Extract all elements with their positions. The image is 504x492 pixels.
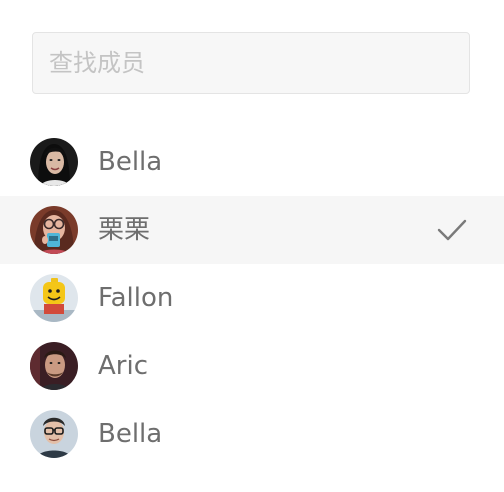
member-list: Bella 栗栗 Fallon Aric Bella	[0, 128, 504, 468]
avatar	[30, 138, 78, 186]
avatar	[30, 274, 78, 322]
member-name: Bella	[98, 419, 163, 449]
checkmark-icon	[437, 219, 467, 241]
avatar-image	[30, 342, 78, 390]
member-item[interactable]: Bella	[0, 128, 504, 196]
member-item[interactable]: Bella	[0, 400, 504, 468]
member-picker-panel: Bella 栗栗	[0, 0, 504, 492]
member-item-selected[interactable]: 栗栗	[0, 196, 504, 264]
avatar	[30, 206, 78, 254]
member-name: Fallon	[98, 283, 174, 313]
member-item[interactable]: Aric	[0, 332, 504, 400]
member-name: 栗栗	[98, 215, 151, 245]
member-name: Aric	[98, 351, 148, 381]
search-input[interactable]	[49, 33, 469, 93]
member-item[interactable]: Fallon	[0, 264, 504, 332]
avatar-image	[30, 410, 78, 458]
member-name: Bella	[98, 147, 163, 177]
avatar-image	[30, 274, 78, 322]
avatar	[30, 342, 78, 390]
avatar-image	[30, 138, 78, 186]
avatar-image	[30, 206, 78, 254]
search-box[interactable]	[32, 32, 470, 94]
avatar	[30, 410, 78, 458]
